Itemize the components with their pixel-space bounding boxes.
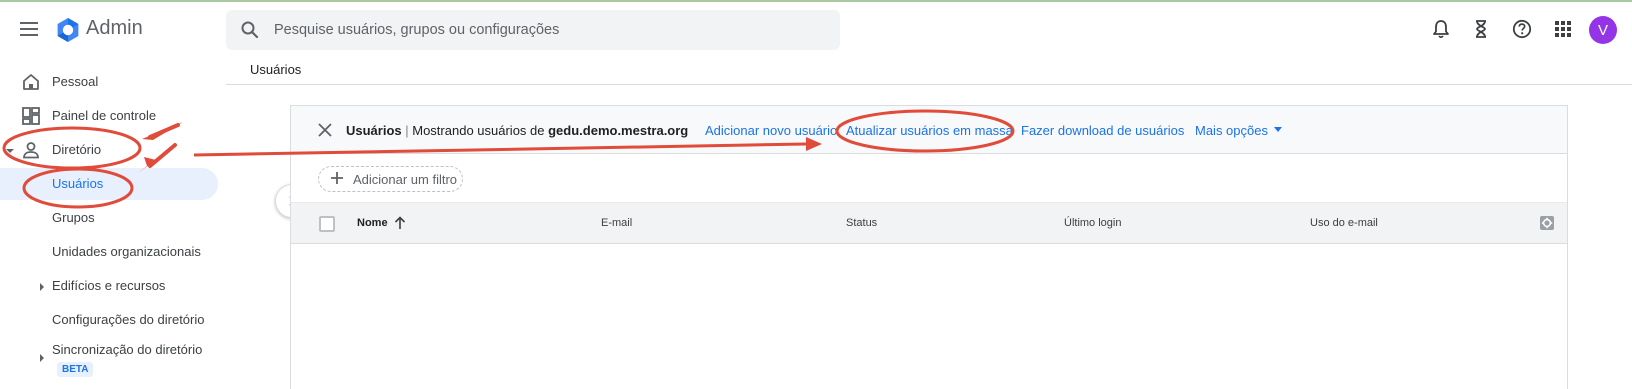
hourglass-icon[interactable] (1469, 17, 1493, 41)
sidebar: Pessoal Painel de controle Diretório Usu… (0, 66, 220, 389)
sidebar-item-pessoal[interactable]: Pessoal (0, 66, 218, 98)
sidebar-item-grupos[interactable]: Grupos (0, 202, 218, 234)
app-name[interactable]: Admin (86, 17, 143, 40)
chevron-down-icon[interactable] (1274, 127, 1282, 132)
sidebar-item-label: Configurações do diretório (52, 312, 205, 327)
sidebar-item-label: Sincronização do diretório (52, 342, 203, 357)
bulk-update-users-button[interactable]: Atualizar usuários em massa (846, 123, 1013, 138)
breadcrumb: Usuários (226, 56, 1632, 85)
sort-ascending-icon[interactable] (394, 216, 406, 230)
table-header: Nome E-mail Status Último login Uso do e… (291, 202, 1567, 244)
sidebar-item-label: Painel de controle (52, 108, 157, 123)
select-all-checkbox[interactable] (319, 216, 335, 232)
admin-logo[interactable] (55, 17, 81, 43)
sidebar-item-label: Unidades organizacionais (52, 244, 201, 259)
more-options-button[interactable]: Mais opções (1195, 123, 1268, 138)
app-header: Admin V (0, 2, 1632, 56)
sidebar-item-label: Usuários (52, 176, 104, 191)
column-header-uso-email[interactable]: Uso do e-mail (1310, 217, 1378, 229)
chevron-down-icon[interactable] (6, 149, 14, 153)
column-settings-icon[interactable] (1539, 215, 1555, 231)
bell-icon[interactable] (1429, 17, 1453, 41)
sidebar-item-label: Pessoal (52, 74, 99, 89)
sidebar-item-configuracoes[interactable]: Configurações do diretório (0, 304, 218, 336)
dashboard-icon (22, 107, 40, 125)
sidebar-item-unidades[interactable]: Unidades organizacionais (0, 236, 218, 268)
panel-title: Usuários | Mostrando usuários de gedu.de… (346, 123, 689, 138)
apps-icon[interactable] (1551, 17, 1575, 41)
search-bar[interactable] (226, 10, 840, 50)
add-user-button[interactable]: Adicionar novo usuário (705, 123, 837, 138)
download-users-button[interactable]: Fazer download de usuários (1021, 123, 1184, 138)
chevron-right-icon[interactable] (40, 354, 44, 362)
menu-icon[interactable] (16, 16, 42, 42)
sidebar-item-usuarios[interactable]: Usuários (0, 168, 218, 200)
search-input[interactable] (274, 10, 824, 50)
help-icon[interactable] (1510, 17, 1534, 41)
person-icon (22, 141, 40, 159)
plus-icon (330, 171, 344, 185)
sidebar-item-painel[interactable]: Painel de controle (0, 100, 218, 132)
sidebar-item-label: Edifícios e recursos (52, 278, 166, 293)
column-header-ultimo-login[interactable]: Último login (1064, 217, 1121, 229)
users-toolbar: Usuários | Mostrando usuários de gedu.de… (291, 106, 1567, 154)
filter-row: Adicionar um filtro (291, 154, 1567, 202)
sidebar-item-label: Grupos (52, 210, 95, 225)
search-icon[interactable] (240, 20, 260, 40)
close-icon[interactable] (317, 122, 333, 138)
sidebar-item-sincronizacao[interactable]: Sincronização do diretório (0, 338, 218, 378)
column-header-status[interactable]: Status (846, 217, 877, 229)
sidebar-item-label: Diretório (52, 142, 102, 157)
sidebar-item-diretorio[interactable]: Diretório (0, 134, 218, 166)
add-filter-label: Adicionar um filtro (353, 172, 458, 187)
users-panel: Usuários | Mostrando usuários de gedu.de… (290, 105, 1568, 389)
column-header-email[interactable]: E-mail (601, 217, 632, 229)
home-icon (22, 73, 40, 91)
avatar[interactable]: V (1589, 16, 1617, 44)
beta-badge: BETA (57, 362, 94, 377)
chevron-right-icon[interactable] (40, 283, 44, 291)
column-header-nome[interactable]: Nome (357, 217, 388, 229)
breadcrumb-current[interactable]: Usuários (250, 62, 301, 77)
add-filter-button[interactable]: Adicionar um filtro (318, 166, 463, 192)
sidebar-item-edificios[interactable]: Edifícios e recursos (0, 270, 218, 302)
